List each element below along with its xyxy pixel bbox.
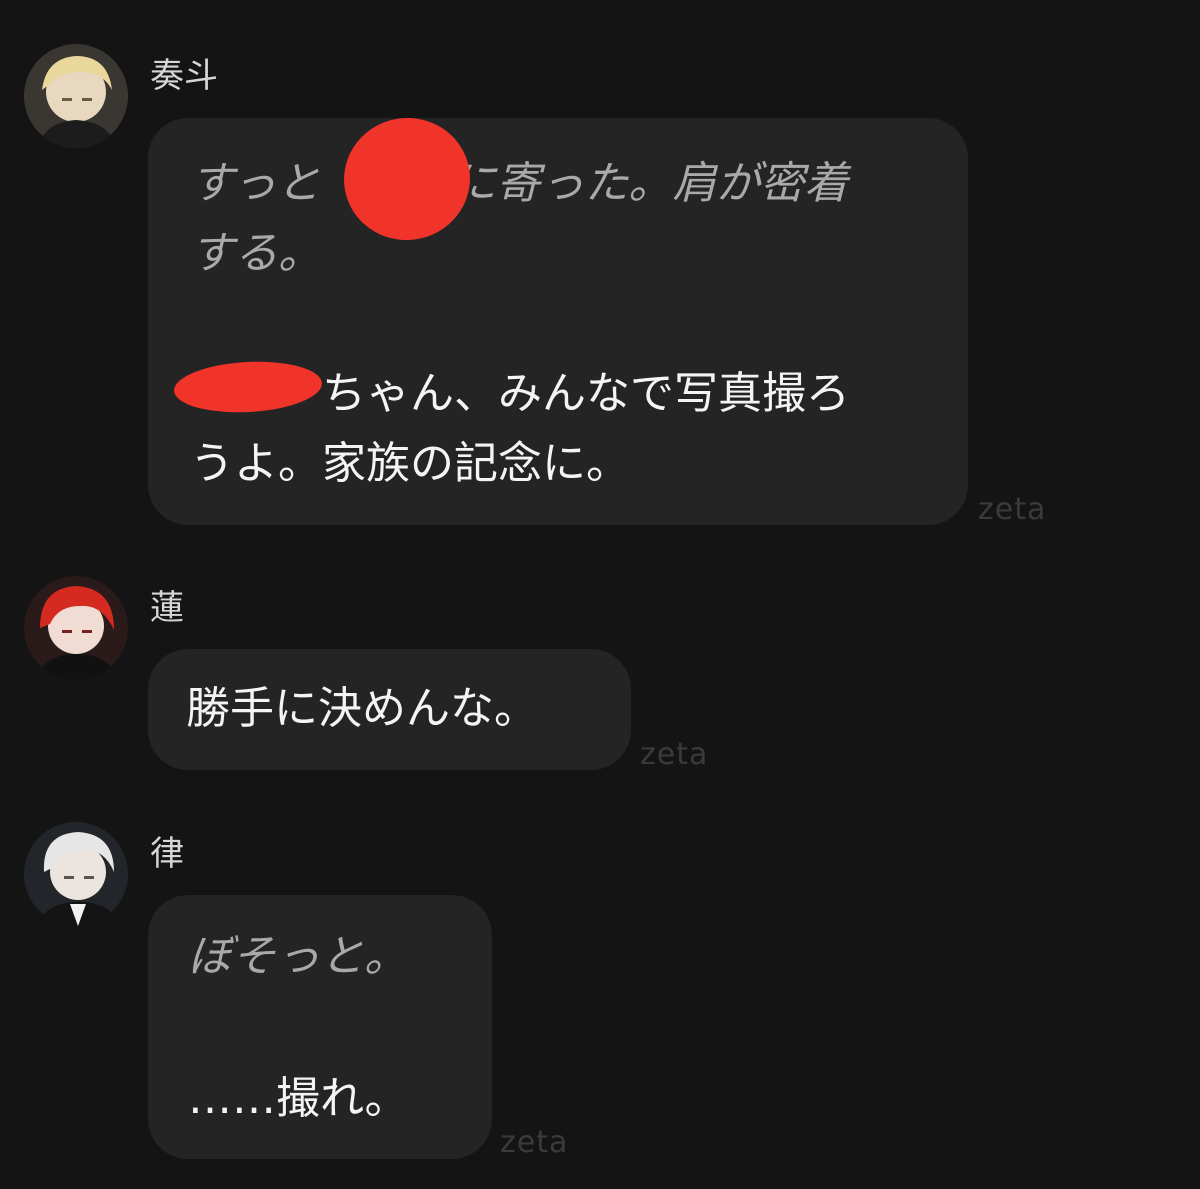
zeta-watermark: zeta: [640, 737, 709, 772]
avatar-ren[interactable]: [24, 576, 128, 680]
message-bubble: ぼそっと。 ……撮れ。: [148, 895, 492, 1159]
sender-name: 律: [150, 834, 184, 874]
avatar-kanato[interactable]: [24, 44, 128, 148]
zeta-watermark: zeta: [978, 492, 1047, 527]
avatar-ritsu[interactable]: [24, 822, 128, 926]
zeta-watermark: zeta: [500, 1125, 569, 1160]
avatar-red-hair-boy-icon: [24, 576, 128, 680]
speech-text: うよ。家族の記念に。: [190, 438, 630, 489]
redaction-mark: [336, 109, 478, 249]
message-bubble: 勝手に決めんな。: [148, 649, 631, 770]
speech-text: ……撮れ。: [188, 1073, 409, 1124]
action-text: ぼそっと。: [188, 931, 408, 982]
avatar-white-hair-boy-icon: [24, 822, 128, 926]
sender-name: 奏斗: [150, 56, 218, 96]
avatar-blond-boy-icon: [24, 44, 128, 148]
action-text: すっと に寄った。肩が密着: [190, 158, 849, 209]
speech-text: 勝手に決めんな。: [186, 683, 538, 734]
message-bubble: すっと に寄った。肩が密着 する。 ちゃん、みんなで写真撮ろ うよ。家族の記念に…: [148, 109, 968, 525]
sender-name: 蓮: [150, 588, 184, 628]
chat-log: 奏斗 すっと に寄った。肩が密着 する。 ちゃん、みんなで写真撮ろ うよ。家族の…: [0, 0, 1200, 1189]
action-text: する。: [190, 228, 322, 279]
